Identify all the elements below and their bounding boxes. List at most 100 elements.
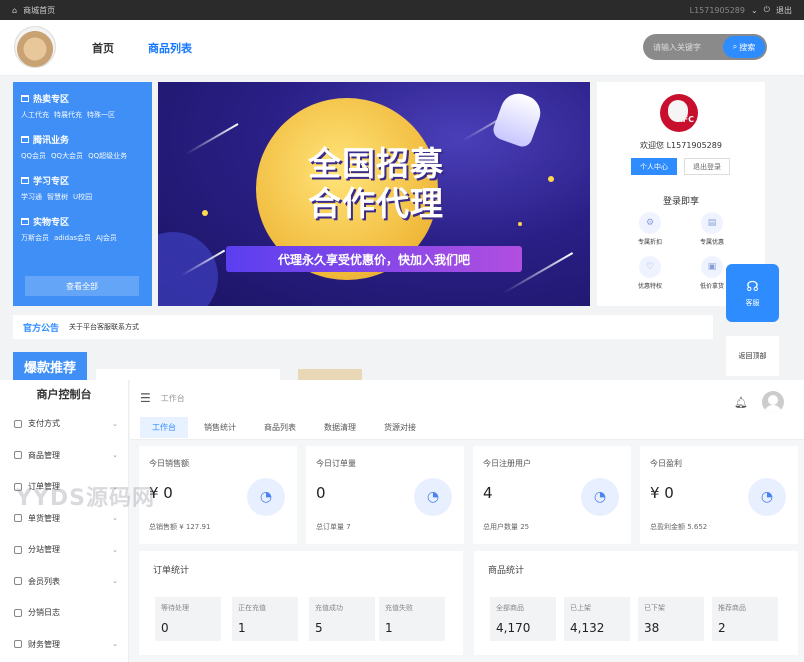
order-stat-tile: 正在充值 1 [232, 597, 298, 641]
search-button[interactable]: ⌕ 搜索 [723, 36, 765, 58]
category-item[interactable]: AJ会员 [96, 233, 117, 243]
tile-value: 38 [644, 621, 660, 635]
perk-item[interactable]: ♡ 优惠特权 [619, 256, 681, 290]
chevron-down-icon: ⌄ [112, 419, 118, 428]
tile-label: 充值成功 [315, 604, 343, 612]
logo[interactable] [14, 26, 56, 68]
category-item[interactable]: QQ大会员 [51, 151, 83, 161]
perk-label: 优惠特权 [637, 283, 662, 290]
menu-label: 支付方式 [28, 419, 60, 429]
menu-item-finance[interactable]: 财务管理 ⌄ [0, 629, 128, 661]
product-card[interactable] [96, 369, 280, 380]
tab-sales-stats[interactable]: 销售统计 [192, 417, 248, 438]
heart-icon: ♡ [639, 256, 661, 278]
category-physical[interactable]: 实物专区 万斯会员 adidas会员 AJ会员 [21, 215, 144, 243]
menu-item-logs[interactable]: 分销日志 [0, 597, 128, 629]
category-item[interactable]: QQ超级业务 [88, 151, 127, 161]
user-phone[interactable]: L1571905289 [690, 6, 745, 15]
logout-link[interactable]: 退出 [776, 5, 792, 16]
stat-label: 今日订单量 [316, 459, 356, 468]
stat-value: ¥ 0 [650, 484, 674, 502]
logout-button[interactable]: 退出登录 [684, 158, 730, 175]
category-item[interactable]: QQ会员 [21, 151, 46, 161]
goods-stat-tile: 已上架 4,132 [564, 597, 630, 641]
nav-home[interactable]: 首页 [92, 40, 114, 56]
tab-data-cleanup[interactable]: 数据清理 [312, 417, 368, 438]
category-items: 学习通 智慧树 U校园 [21, 192, 144, 202]
menu-label: 商品管理 [28, 450, 60, 460]
tile-value: 2 [718, 621, 726, 635]
category-item[interactable]: 学习通 [21, 192, 42, 202]
banner-title-line: 全国招募 [308, 144, 444, 183]
tile-value: 1 [238, 621, 246, 635]
nav-product-list[interactable]: 商品列表 [148, 40, 192, 56]
stat-footer: 总用户数量 25 [483, 523, 530, 531]
banner-subtitle: 代理永久享受优惠价，快加入我们吧 [226, 246, 522, 272]
tab-workbench[interactable]: 工作台 [140, 417, 188, 438]
category-hot[interactable]: 热卖专区 人工代充 特展代充 特殊一区 [21, 92, 144, 120]
store-home-link[interactable]: 商城首页 [23, 5, 55, 16]
goods-stat-tile: 推荐商品 2 [712, 597, 778, 641]
category-tencent[interactable]: 腾讯业务 QQ会员 QQ大会员 QQ超级业务 [21, 133, 144, 161]
tag-icon: ▣ [701, 256, 723, 278]
category-item[interactable]: 特殊一区 [87, 110, 115, 120]
console-menu: 支付方式 ⌄ 商品管理 ⌄ 订单管理 ⌄ 单货管理 ⌄ 分站管理 ⌄ 会员列表 ⌄ 分销日志… [0, 408, 128, 660]
astronaut-illustration [490, 88, 546, 150]
stat-footer: 总订单量 7 [316, 523, 351, 531]
console-tabs: 工作台 销售统计 商品列表 数据清理 货源对接 [130, 416, 804, 440]
promo-banner[interactable]: 全国招募 合作代理 代理永久享受优惠价，快加入我们吧 [158, 82, 590, 306]
perk-item[interactable]: ▤ 专属优惠 [681, 212, 743, 246]
category-panel: 热卖专区 人工代充 特展代充 特殊一区 腾讯业务 QQ会员 QQ大会员 QQ超级… [13, 82, 152, 306]
console-title: 商户控制台 [36, 388, 92, 401]
topbar-right: L1571905289 ⌄ ⏻ 退出 [690, 5, 792, 16]
order-stats-panel: 订单统计 等待处理 0 正在充值 1 充值成功 5 充值失败 1 [139, 551, 463, 655]
back-to-top-button[interactable]: 返回顶部 [726, 336, 779, 376]
category-study[interactable]: 学习专区 学习通 智慧树 U校园 [21, 174, 144, 202]
stat-card-sales: 今日销售额 ¥ 0 ◔ 总销售额 ¥ 127.91 [139, 446, 297, 544]
menu-item-members[interactable]: 会员列表 ⌄ [0, 566, 128, 598]
menu-item-goods[interactable]: 商品管理 ⌄ [0, 440, 128, 472]
category-item[interactable]: U校园 [73, 192, 92, 202]
perk-label: 专属折扣 [637, 239, 662, 246]
search-box: ⌕ 搜索 [643, 34, 767, 60]
avatar[interactable] [762, 391, 784, 413]
tab-supply-dock[interactable]: 货源对接 [372, 417, 428, 438]
search-input[interactable] [643, 34, 723, 60]
menu-label: 财务管理 [28, 639, 60, 649]
tab-product-list[interactable]: 商品列表 [252, 417, 308, 438]
category-item[interactable]: adidas会员 [54, 233, 91, 243]
category-item[interactable]: 万斯会员 [21, 233, 49, 243]
category-title-text: 热卖专区 [33, 95, 70, 105]
search-icon: ⌕ [732, 42, 738, 51]
category-items: QQ会员 QQ大会员 QQ超级业务 [21, 151, 144, 161]
finance-icon [14, 640, 22, 649]
category-item[interactable]: 人工代充 [21, 110, 49, 120]
category-items: 人工代充 特展代充 特殊一区 [21, 110, 144, 120]
perk-item[interactable]: ⚙ 专属折扣 [619, 212, 681, 246]
category-title: 热卖专区 [21, 92, 144, 105]
view-all-button[interactable]: 查看全部 [25, 276, 139, 296]
category-item[interactable]: 智慧树 [47, 192, 68, 202]
menu-item-sites[interactable]: 分站管理 ⌄ [0, 534, 128, 566]
meteor-decoration [185, 123, 239, 155]
menu-item-pay[interactable]: 支付方式 ⌄ [0, 408, 128, 440]
customer-service-button[interactable]: ☊ 客服 [726, 264, 779, 322]
chevron-down-icon[interactable]: ⌄ [751, 6, 758, 15]
top-bar: ⌂ 商城首页 L1571905289 ⌄ ⏻ 退出 [0, 0, 804, 20]
tile-value: 4,170 [496, 621, 531, 635]
banner-title: 全国招募 合作代理 [276, 144, 476, 224]
main-nav: 首页 商品列表 [92, 40, 192, 56]
power-icon[interactable]: ⏻ [764, 5, 770, 15]
pie-chart-icon: ◔ [748, 478, 786, 516]
menu-toggle-icon[interactable]: ☰ [140, 391, 151, 405]
stat-footer: 总盈利金额 5.652 [650, 523, 708, 531]
log-icon [14, 608, 22, 617]
stat-label: 今日注册用户 [483, 459, 531, 468]
notice-text[interactable]: 关于平台客服联系方式 [69, 322, 139, 332]
user-center-button[interactable]: 个人中心 [631, 158, 677, 175]
category-item[interactable]: 特展代充 [54, 110, 82, 120]
stat-card-profit: 今日盈利 ¥ 0 ◔ 总盈利金额 5.652 [640, 446, 798, 544]
tile-label: 全部商品 [496, 604, 524, 612]
product-card[interactable] [298, 369, 362, 380]
bell-icon[interactable]: 🔔︎ [734, 396, 748, 409]
